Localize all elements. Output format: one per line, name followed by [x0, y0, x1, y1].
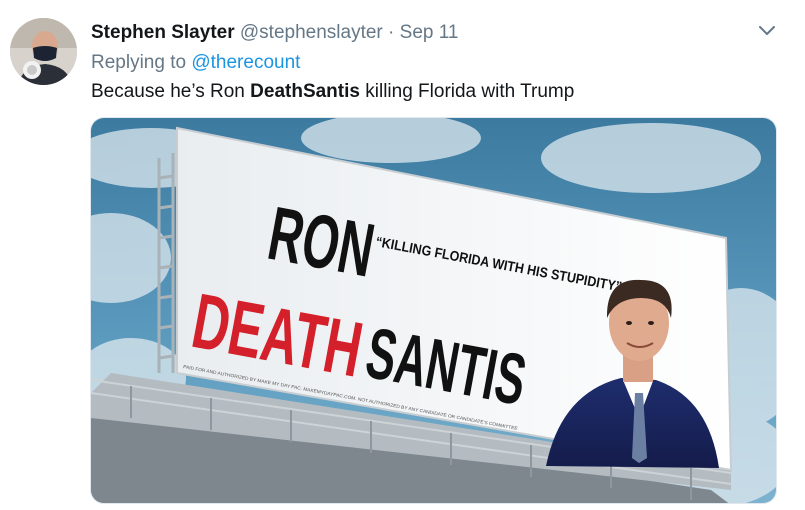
- separator: ·: [388, 22, 395, 43]
- tweet-text: Because he’s Ron DeathSantis killing Flo…: [91, 79, 574, 105]
- reply-prefix: Replying to: [91, 52, 187, 73]
- author-name[interactable]: Stephen Slayter: [91, 22, 235, 43]
- avatar-image: [10, 18, 77, 85]
- reply-context: Replying to @therecount: [91, 50, 300, 76]
- billboard-image: RON DEATH SANTIS “KILLING FLORIDA WITH H…: [91, 118, 776, 503]
- tweet-header: Stephen Slayter @stephenslayter · Sep 11: [91, 20, 458, 46]
- tweet-date[interactable]: Sep 11: [400, 22, 459, 43]
- avatar[interactable]: [10, 18, 77, 85]
- tweet-text-bold: DeathSantis: [250, 81, 360, 102]
- tweet-media[interactable]: RON DEATH SANTIS “KILLING FLORIDA WITH H…: [90, 117, 777, 504]
- tweet-text-after: killing Florida with Trump: [359, 81, 575, 102]
- chevron-down-icon[interactable]: [756, 22, 778, 40]
- tweet[interactable]: Stephen Slayter @stephenslayter · Sep 11…: [0, 0, 805, 510]
- reply-to-link[interactable]: @therecount: [191, 52, 300, 73]
- author-handle[interactable]: @stephenslayter: [240, 22, 383, 43]
- tweet-text-before: Because he’s Ron: [91, 81, 251, 102]
